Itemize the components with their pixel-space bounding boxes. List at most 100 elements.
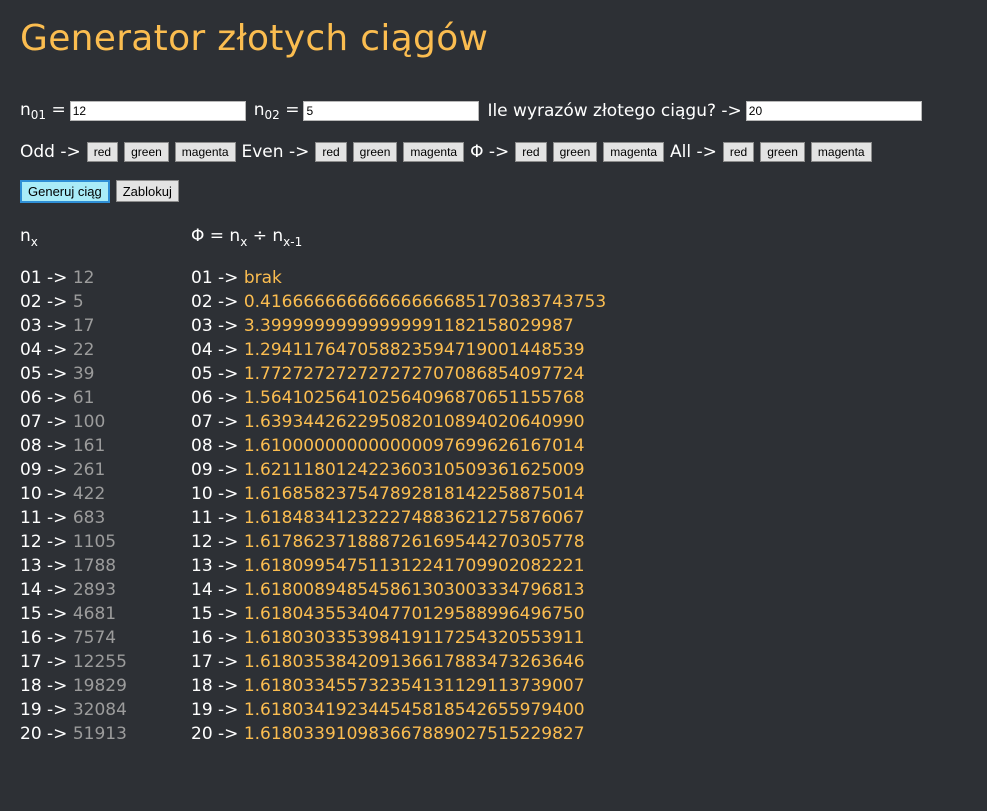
ratio-item: 02 -> 0.41666666666666666685170383743753 — [191, 290, 606, 314]
ratio-value: 1.616858237547892818142258875014 — [243, 484, 585, 504]
row-index: 09 — [191, 460, 213, 480]
row-index: 07 — [20, 412, 42, 432]
sequence-value: 32084 — [72, 700, 127, 720]
sequence-list: 01 -> 12 02 -> 5 03 -> 17 04 -> 22 05 -> 39 0… — [20, 266, 127, 746]
ratio-value: 3.39999999999999991182158029987 — [243, 316, 574, 336]
lock-button[interactable]: Zablokuj — [115, 180, 179, 202]
sequence-item: 02 -> 5 — [20, 290, 127, 314]
row-index: 04 — [191, 340, 213, 360]
ratio-item: 13 -> 1.618099547511312241709902082221 — [191, 554, 606, 578]
row-arrow: -> — [41, 484, 73, 504]
generate-button[interactable]: Generuj ciąg — [20, 179, 110, 203]
phi-green-button[interactable]: green — [552, 142, 598, 162]
odd-green-button[interactable]: green — [124, 142, 169, 162]
sequence-item: 19 -> 32084 — [20, 698, 127, 722]
phi-red-button[interactable]: red — [515, 142, 547, 162]
row-index: 20 — [191, 724, 213, 744]
ratio-value: 0.41666666666666666685170383743753 — [243, 292, 607, 312]
all-green-button[interactable]: green — [760, 142, 805, 162]
row-arrow: -> — [212, 580, 244, 600]
sequence-item: 14 -> 2893 — [20, 578, 127, 602]
row-index: 14 — [20, 580, 42, 600]
row-index: 19 — [191, 700, 213, 720]
row-index: 06 — [20, 388, 42, 408]
row-arrow: -> — [41, 580, 73, 600]
even-label: Even -> — [241, 142, 310, 162]
row-arrow: -> — [212, 364, 244, 384]
count-input[interactable] — [745, 101, 922, 121]
row-index: 10 — [191, 484, 213, 504]
row-arrow: -> — [212, 628, 244, 648]
sequence-value: 422 — [72, 484, 106, 504]
ratio-item: 19 -> 1.618034192344545818542655979400 — [191, 698, 606, 722]
row-index: 12 — [20, 532, 42, 552]
sequence-item: 17 -> 12255 — [20, 650, 127, 674]
nx-column-header: nx — [20, 226, 38, 249]
ratio-value: 1.294117647058823594719001448539 — [243, 340, 585, 360]
page-title: Generator złotych ciągów — [20, 18, 489, 59]
ratio-item: 18 -> 1.618033455732354131129113739007 — [191, 674, 606, 698]
row-index: 11 — [20, 508, 42, 528]
row-arrow: -> — [41, 556, 73, 576]
row-index: 16 — [191, 628, 213, 648]
row-arrow: -> — [41, 412, 73, 432]
row-arrow: -> — [212, 604, 244, 624]
count-label: Ile wyrazów złotego ciągu? -> — [487, 101, 742, 121]
row-arrow: -> — [41, 700, 73, 720]
sequence-item: 20 -> 51913 — [20, 722, 127, 746]
row-arrow: -> — [41, 340, 73, 360]
odd-magenta-button[interactable]: magenta — [174, 142, 236, 162]
row-arrow: -> — [41, 364, 73, 384]
ratio-value: 1.618030335398419117254320553911 — [243, 628, 585, 648]
sequence-value: 12 — [72, 268, 95, 288]
ratio-item: 04 -> 1.294117647058823594719001448539 — [191, 338, 606, 362]
ratio-item: 12 -> 1.617862371888726169544270305778 — [191, 530, 606, 554]
ratio-value: 1.618043553404770129588996496750 — [243, 604, 585, 624]
row-index: 18 — [20, 676, 42, 696]
sequence-item: 05 -> 39 — [20, 362, 127, 386]
even-magenta-button[interactable]: magenta — [403, 142, 465, 162]
ratio-item: 11 -> 1.618483412322274883621275876067 — [191, 506, 606, 530]
even-red-button[interactable]: red — [315, 142, 347, 162]
row-index: 12 — [191, 532, 213, 552]
n02-input[interactable] — [303, 101, 480, 121]
row-arrow: -> — [41, 628, 73, 648]
phi-magenta-button[interactable]: magenta — [603, 142, 664, 162]
sequence-item: 09 -> 261 — [20, 458, 127, 482]
odd-red-button[interactable]: red — [86, 142, 119, 162]
ratio-item: 06 -> 1.564102564102564096870651155768 — [191, 386, 606, 410]
row-index: 19 — [20, 700, 42, 720]
n01-input[interactable] — [69, 101, 246, 121]
ratio-value: 1.618033455732354131129113739007 — [243, 676, 585, 696]
sequence-value: 22 — [72, 340, 95, 360]
sequence-item: 12 -> 1105 — [20, 530, 127, 554]
row-index: 02 — [20, 292, 42, 312]
even-green-button[interactable]: green — [352, 142, 398, 162]
sequence-value: 1105 — [72, 532, 117, 552]
row-arrow: -> — [212, 436, 244, 456]
row-arrow: -> — [41, 724, 73, 744]
row-index: 15 — [191, 604, 213, 624]
all-magenta-button[interactable]: magenta — [810, 142, 872, 162]
row-arrow: -> — [212, 484, 244, 504]
row-arrow: -> — [41, 532, 73, 552]
sequence-item: 15 -> 4681 — [20, 602, 127, 626]
row-index: 13 — [191, 556, 213, 576]
ratio-item: 09 -> 1.621118012422360310509361625009 — [191, 458, 606, 482]
ratio-value: 1.618033910983667889027515229827 — [243, 724, 585, 744]
row-index: 08 — [191, 436, 213, 456]
row-index: 14 — [191, 580, 213, 600]
ratio-item: 16 -> 1.618030335398419117254320553911 — [191, 626, 606, 650]
all-label: All -> — [670, 142, 717, 162]
phi-label: Φ -> — [470, 142, 510, 162]
row-arrow: -> — [41, 652, 73, 672]
row-arrow: -> — [212, 292, 244, 312]
sequence-item: 07 -> 100 — [20, 410, 127, 434]
phi-column-header: Φ = nx ÷ nx-1 — [191, 226, 303, 249]
sequence-item: 03 -> 17 — [20, 314, 127, 338]
row-index: 03 — [20, 316, 42, 336]
all-red-button[interactable]: red — [722, 142, 755, 162]
row-index: 20 — [20, 724, 42, 744]
row-index: 05 — [191, 364, 213, 384]
row-index: 10 — [20, 484, 42, 504]
